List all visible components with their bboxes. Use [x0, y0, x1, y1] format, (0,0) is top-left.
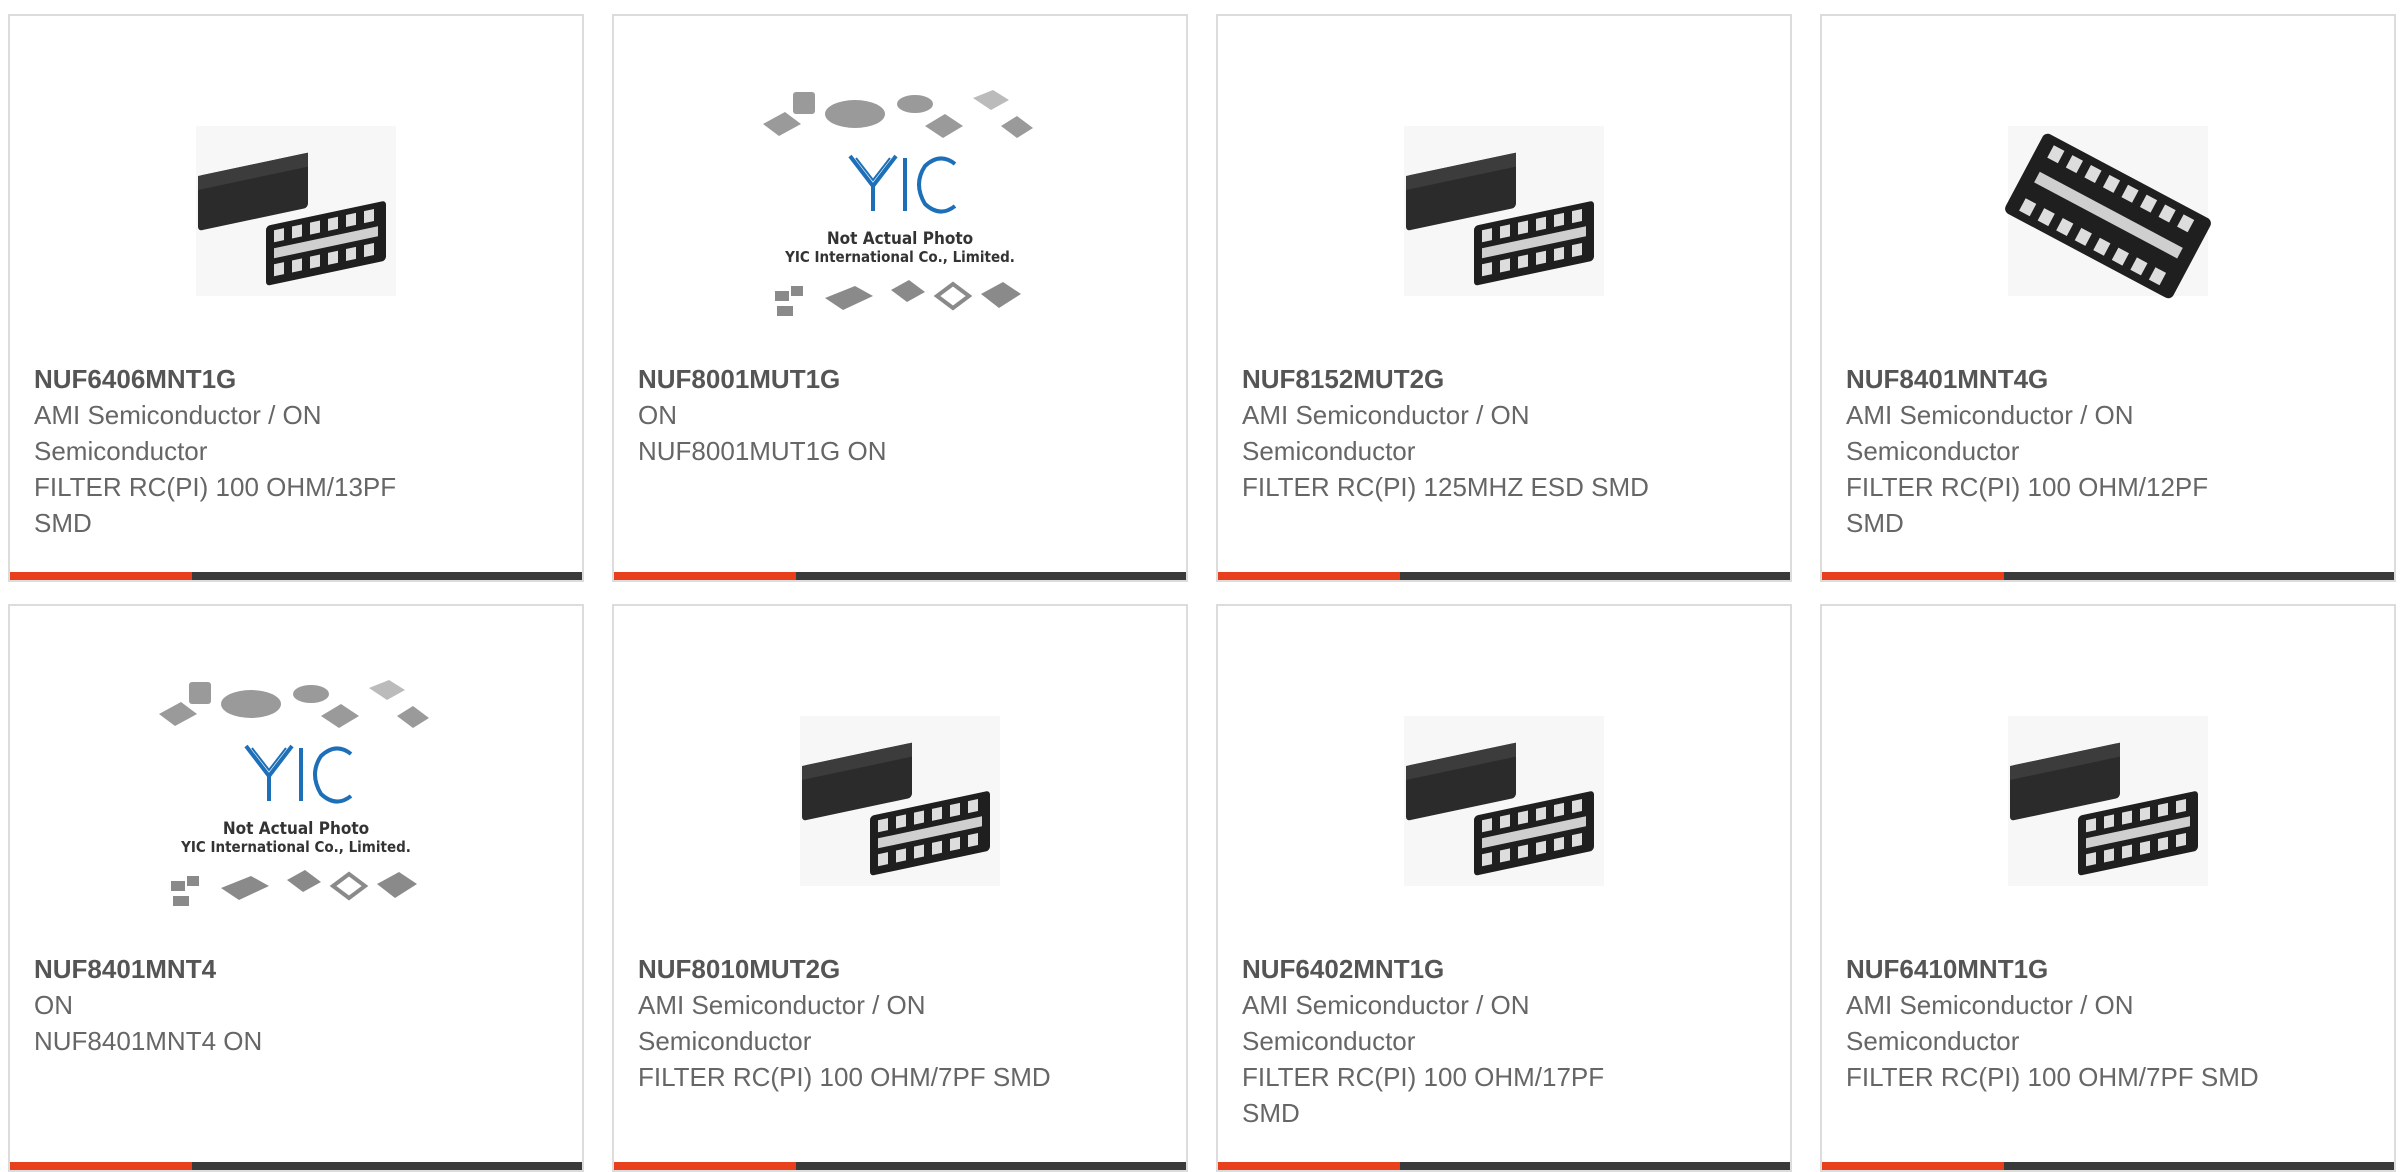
product-info: NUF8001MUT1G ON NUF8001MUT1G ON: [638, 361, 1166, 469]
manufacturer: AMI Semiconductor / ON Semiconductor: [1242, 990, 1530, 1056]
description: FILTER RC(PI) 100 OHM/17PF SMD: [1242, 1062, 1605, 1128]
part-number-link[interactable]: NUF6402MNT1G: [1242, 951, 1770, 987]
part-number-link[interactable]: NUF8401MNT4: [34, 951, 562, 987]
chip-dual-package-icon: [2008, 716, 2208, 886]
product-image[interactable]: [1218, 656, 1790, 946]
card-bottom-bar: [10, 572, 582, 580]
part-number-link[interactable]: NUF8401MNT4G: [1846, 361, 2374, 397]
product-image[interactable]: [1218, 66, 1790, 356]
chip-dual-package-icon: [800, 716, 1000, 886]
card-accent-bar: [1218, 1162, 1400, 1170]
chip-dual-package-icon: [1404, 716, 1604, 886]
description: FILTER RC(PI) 100 OHM/13PF SMD: [34, 472, 397, 538]
product-card[interactable]: NUF6406MNT1G AMI Semiconductor / ON Semic…: [8, 14, 584, 582]
placeholder-line2: YIC International Co., Limited.: [180, 838, 411, 856]
placeholder-line1: Not Actual Photo: [223, 819, 369, 839]
product-info: NUF6402MNT1G AMI Semiconductor / ON Semic…: [1242, 951, 1770, 1131]
description: FILTER RC(PI) 100 OHM/7PF SMD: [1846, 1062, 2259, 1092]
manufacturer: AMI Semiconductor / ON Semiconductor: [1242, 400, 1530, 466]
part-number-link[interactable]: NUF6406MNT1G: [34, 361, 562, 397]
chip-single-package-icon: [2005, 126, 2211, 299]
product-card[interactable]: Not Actual Photo YIC International Co., …: [8, 604, 584, 1172]
manufacturer: AMI Semiconductor / ON Semiconductor: [1846, 400, 2134, 466]
card-bottom-bar: [1822, 572, 2394, 580]
product-image[interactable]: [10, 66, 582, 356]
product-card[interactable]: NUF6402MNT1G AMI Semiconductor / ON Semic…: [1216, 604, 1792, 1172]
part-number-link[interactable]: NUF8010MUT2G: [638, 951, 1166, 987]
product-info: NUF8010MUT2G AMI Semiconductor / ON Semic…: [638, 951, 1166, 1095]
card-accent-bar: [1218, 572, 1400, 580]
description: FILTER RC(PI) 125MHZ ESD SMD: [1242, 472, 1649, 502]
part-number-link[interactable]: NUF8001MUT1G: [638, 361, 1166, 397]
card-bottom-bar: [1218, 1162, 1790, 1170]
card-accent-bar: [1822, 1162, 2004, 1170]
description: NUF8001MUT1G ON: [638, 436, 887, 466]
card-accent-bar: [10, 1162, 192, 1170]
manufacturer: ON: [638, 400, 677, 430]
manufacturer: ON: [34, 990, 73, 1020]
part-number-link[interactable]: NUF6410MNT1G: [1846, 951, 2374, 987]
product-info: NUF8401MNT4 ON NUF8401MNT4 ON: [34, 951, 562, 1059]
card-accent-bar: [10, 572, 192, 580]
card-accent-bar: [614, 1162, 796, 1170]
card-bottom-bar: [614, 572, 1186, 580]
card-bottom-bar: [1822, 1162, 2394, 1170]
product-info: NUF8401MNT4G AMI Semiconductor / ON Semic…: [1846, 361, 2374, 541]
product-card[interactable]: NUF8401MNT4G AMI Semiconductor / ON Semic…: [1820, 14, 2396, 582]
product-grid: NUF6406MNT1G AMI Semiconductor / ON Semic…: [0, 0, 2400, 1172]
product-image[interactable]: [614, 656, 1186, 946]
product-card[interactable]: Not Actual Photo YIC International Co., …: [612, 14, 1188, 582]
part-number-link[interactable]: NUF8152MUT2G: [1242, 361, 1770, 397]
product-info: NUF6406MNT1G AMI Semiconductor / ON Semic…: [34, 361, 562, 541]
chip-dual-package-icon: [196, 126, 396, 296]
product-card[interactable]: NUF8010MUT2G AMI Semiconductor / ON Semic…: [612, 604, 1188, 1172]
product-image[interactable]: [1822, 66, 2394, 356]
product-image[interactable]: Not Actual Photo YIC International Co., …: [614, 66, 1186, 356]
manufacturer: AMI Semiconductor / ON Semiconductor: [1846, 990, 2134, 1056]
product-info: NUF8152MUT2G AMI Semiconductor / ON Semic…: [1242, 361, 1770, 505]
card-bottom-bar: [10, 1162, 582, 1170]
description: FILTER RC(PI) 100 OHM/12PF SMD: [1846, 472, 2209, 538]
card-bottom-bar: [1218, 572, 1790, 580]
chip-dual-package-icon: [1404, 126, 1604, 296]
product-card[interactable]: NUF6410MNT1G AMI Semiconductor / ON Semic…: [1820, 604, 2396, 1172]
product-image[interactable]: [1822, 656, 2394, 946]
placeholder-line1: Not Actual Photo: [827, 229, 973, 249]
card-accent-bar: [614, 572, 796, 580]
not-actual-photo-placeholder: Not Actual Photo YIC International Co., …: [159, 680, 429, 906]
product-image[interactable]: Not Actual Photo YIC International Co., …: [10, 656, 582, 946]
yic-logo-icon: [244, 744, 353, 804]
description: NUF8401MNT4 ON: [34, 1026, 263, 1056]
description: FILTER RC(PI) 100 OHM/7PF SMD: [638, 1062, 1051, 1092]
yic-logo-icon: [848, 154, 957, 214]
product-info: NUF6410MNT1G AMI Semiconductor / ON Semic…: [1846, 951, 2374, 1095]
card-bottom-bar: [614, 1162, 1186, 1170]
card-accent-bar: [1822, 572, 2004, 580]
manufacturer: AMI Semiconductor / ON Semiconductor: [34, 400, 322, 466]
not-actual-photo-placeholder: Not Actual Photo YIC International Co., …: [763, 90, 1033, 316]
manufacturer: AMI Semiconductor / ON Semiconductor: [638, 990, 926, 1056]
placeholder-line2: YIC International Co., Limited.: [784, 248, 1015, 266]
product-card[interactable]: NUF8152MUT2G AMI Semiconductor / ON Semic…: [1216, 14, 1792, 582]
